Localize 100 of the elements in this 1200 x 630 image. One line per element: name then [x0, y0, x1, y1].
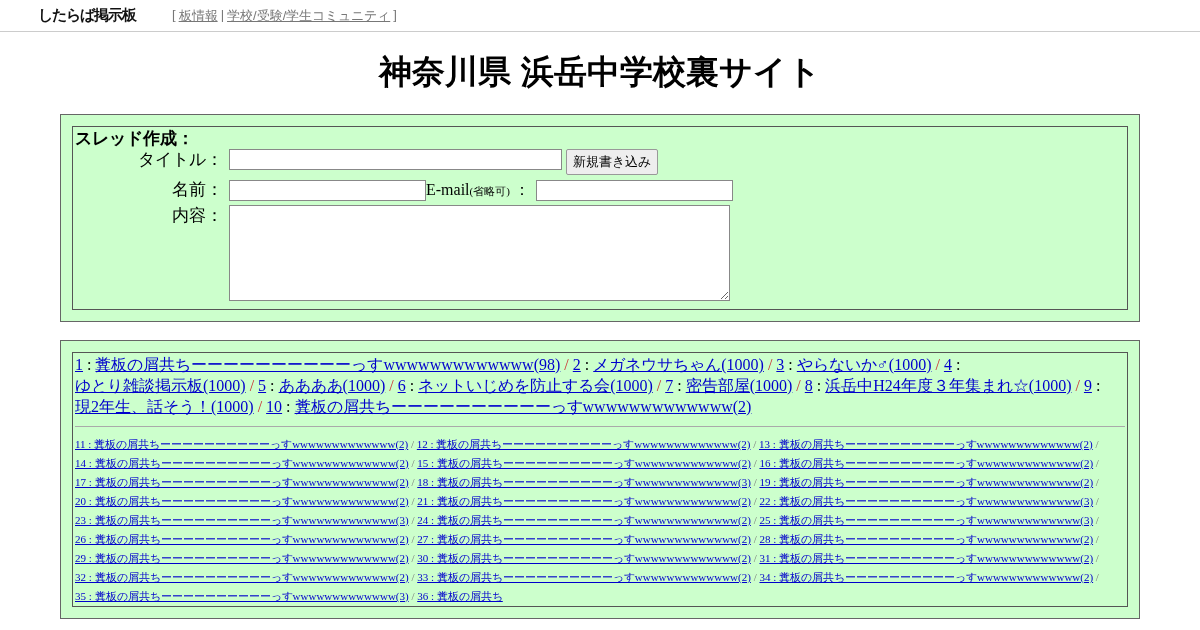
thread-number-link[interactable]: 8: [804, 377, 813, 394]
thread-link[interactable]: 糞板の屑共ちーーーーーーーーーーっすwwwwwwwwwwwww(2): [294, 398, 752, 415]
separator: /: [411, 457, 415, 469]
submit-button[interactable]: 新規書き込み: [566, 149, 658, 175]
colon: :: [816, 377, 822, 394]
link-divider: |: [220, 6, 224, 24]
separator: /: [411, 438, 415, 450]
colon: :: [286, 398, 291, 415]
thread-number-link[interactable]: 1: [75, 356, 83, 373]
thread-link[interactable]: 13 : 糞板の屑共ちーーーーーーーーーーっすwwwwwwwwwwwww(2): [759, 438, 1093, 450]
name-field[interactable]: [229, 179, 426, 201]
field-label: 内容：: [171, 205, 223, 227]
thread-link[interactable]: 29 : 糞板の屑共ちーーーーーーーーーーっすwwwwwwwwwwwww(2): [75, 552, 409, 564]
separator: /: [753, 476, 757, 488]
separator: /: [249, 377, 255, 394]
thread-link[interactable]: 30 : 糞板の屑共ちーーーーーーーーーーっすwwwwwwwwwwwww(2): [417, 552, 751, 564]
bracket: ]: [393, 6, 397, 24]
thread-link[interactable]: 24 : 糞板の屑共ちーーーーーーーーーーっすwwwwwwwwwwwww(2): [417, 514, 751, 526]
site-logo[interactable]: したらば掲示板: [38, 6, 136, 25]
separator: /: [411, 476, 415, 488]
field-label: 名前：: [171, 179, 223, 201]
separator: /: [753, 533, 757, 545]
bracket: [: [172, 6, 176, 24]
separator: /: [1095, 495, 1099, 507]
thread-number-link[interactable]: 9: [1083, 377, 1092, 394]
thread-link[interactable]: 17 : 糞板の屑共ちーーーーーーーーーーっすwwwwwwwwwwwww(2): [75, 476, 409, 488]
email-field[interactable]: [535, 179, 733, 201]
thread-link[interactable]: 31 : 糞板の屑共ちーーーーーーーーーーっすwwwwwwwwwwwww(2): [759, 552, 1094, 564]
separator: /: [1095, 533, 1099, 545]
thread-number-link[interactable]: 10: [266, 398, 283, 415]
separator: /: [411, 552, 415, 564]
nav-link[interactable]: 板情報: [178, 6, 218, 25]
thread-link[interactable]: ゆとり雑談掲示板(1000): [75, 377, 246, 394]
separator: /: [411, 571, 415, 583]
thread-link[interactable]: 33 : 糞板の屑共ちーーーーーーーーーーっすwwwwwwwwwwwww(2): [417, 571, 751, 583]
thread-link[interactable]: 12 : 糞板の屑共ちーーーーーーーーーーっすwwwwwwwwwwwww(2): [416, 438, 751, 450]
thread-link[interactable]: 20 : 糞板の屑共ちーーーーーーーーーーっすwwwwwwwwwwwww(2): [75, 495, 409, 507]
separator: /: [1095, 514, 1099, 526]
thread-link[interactable]: 22 : 糞板の屑共ちーーーーーーーーーーっすwwwwwwwwwwwww(3): [759, 495, 1094, 507]
body-field[interactable]: [229, 205, 730, 301]
thread-link[interactable]: 26 : 糞板の屑共ちーーーーーーーーーーっすwwwwwwwwwwwww(2): [75, 533, 409, 545]
colon: :: [788, 356, 793, 373]
separator: /: [796, 377, 801, 394]
separator: /: [1095, 438, 1099, 450]
separator: /: [753, 457, 757, 469]
separator: /: [753, 552, 757, 564]
colon: :: [270, 377, 275, 394]
thread-link[interactable]: 14 : 糞板の屑共ちーーーーーーーーーーっすwwwwwwwwwwwww(2): [75, 457, 409, 469]
thread-link[interactable]: 18 : 糞板の屑共ちーーーーーーーーーーっすwwwwwwwwwwwww(3): [417, 476, 751, 488]
thread-link[interactable]: 11 : 糞板の屑共ちーーーーーーーーーーっすwwwwwwwwwwwww(2): [75, 438, 409, 450]
thread-link[interactable]: 密告部屋(1000): [685, 377, 793, 394]
colon: :: [1095, 377, 1101, 394]
colon: :: [87, 356, 92, 373]
separator: /: [935, 356, 940, 373]
thread-link[interactable]: 19 : 糞板の屑共ちーーーーーーーーーーっすwwwwwwwwwwwww(2): [759, 476, 1094, 488]
separator: /: [411, 533, 415, 545]
thread-number-link[interactable]: 6: [397, 377, 406, 394]
separator: /: [389, 377, 394, 394]
thread-link[interactable]: 36 : 糞板の屑共ち: [417, 590, 503, 602]
colon: :: [584, 356, 590, 373]
thread-link[interactable]: メガネウサちゃん(1000): [593, 356, 764, 373]
thread-number-link[interactable]: 3: [776, 356, 785, 373]
thread-number-link[interactable]: 2: [572, 356, 581, 373]
thread-link[interactable]: 16 : 糞板の屑共ちーーーーーーーーーーっすwwwwwwwwwwwww(2): [759, 457, 1094, 469]
thread-link[interactable]: 21 : 糞板の屑共ちーーーーーーーーーーっすwwwwwwwwwwwww(2): [417, 495, 751, 507]
thread-link[interactable]: 27 : 糞板の屑共ちーーーーーーーーーーっすwwwwwwwwwwwww(2): [417, 533, 751, 545]
thread-number-link[interactable]: 5: [258, 377, 267, 394]
thread-link[interactable]: 現2年生、話そう！(1000): [75, 398, 254, 415]
separator: /: [1095, 552, 1099, 564]
thread-link[interactable]: ネットいじめを防止する会(1000): [418, 377, 653, 394]
thread-link[interactable]: 28 : 糞板の屑共ちーーーーーーーーーーっすwwwwwwwwwwwww(2): [759, 533, 1094, 545]
thread-number-link[interactable]: 4: [943, 356, 952, 373]
email-label: E-mail(省略可) ：: [426, 179, 531, 200]
page-title: 神奈川県 浜岳中学校裏サイト: [377, 52, 822, 92]
thread-link[interactable]: ああああ(1000): [278, 377, 386, 394]
thread-link[interactable]: 25 : 糞板の屑共ちーーーーーーーーーーっすwwwwwwwwwwwww(3): [759, 514, 1094, 526]
separator: /: [411, 495, 415, 507]
separator: /: [411, 590, 415, 602]
thread-link[interactable]: 15 : 糞板の屑共ちーーーーーーーーーーっすwwwwwwwwwwwww(2): [417, 457, 751, 469]
separator: /: [753, 514, 757, 526]
nav-link[interactable]: 学校/受験/学生コミュニティ: [227, 6, 391, 25]
thread-link[interactable]: 35 : 糞板の屑共ちーーーーーーーーーーっすwwwwwwwwwwwww(3): [75, 590, 409, 602]
separator: /: [1075, 377, 1080, 394]
form-heading: スレッド作成：: [75, 129, 195, 149]
thread-link[interactable]: 浜岳中H24年度３年集まれ☆(1000): [825, 377, 1072, 394]
title-field[interactable]: [229, 149, 562, 170]
thread-link[interactable]: 34 : 糞板の屑共ちーーーーーーーーーーっすwwwwwwwwwwwww(2): [759, 571, 1094, 583]
separator: /: [257, 398, 263, 415]
field-label: タイトル：: [137, 149, 223, 171]
separator: /: [1095, 476, 1099, 488]
thread-link[interactable]: 23 : 糞板の屑共ちーーーーーーーーーーっすwwwwwwwwwwwww(3): [75, 514, 409, 526]
thread-link[interactable]: やらないか♂(1000): [796, 356, 932, 373]
thread-link[interactable]: 糞板の屑共ちーーーーーーーーーーっすwwwwwwwwwwwww(98): [95, 356, 561, 373]
separator: /: [1095, 457, 1099, 469]
separator: /: [411, 514, 415, 526]
thread-number-link[interactable]: 7: [665, 377, 674, 394]
thread-link[interactable]: 32 : 糞板の屑共ちーーーーーーーーーーっすwwwwwwwwwwwww(2): [75, 571, 409, 583]
separator: /: [753, 495, 757, 507]
separator: /: [753, 571, 757, 583]
separator: /: [564, 356, 569, 373]
